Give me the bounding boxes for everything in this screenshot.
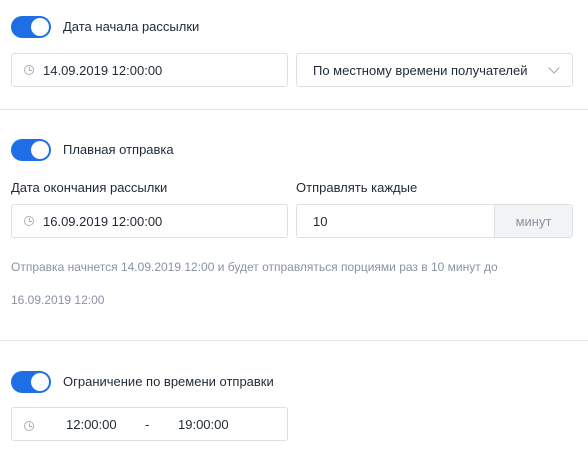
time-limit-toggle[interactable] <box>11 371 51 393</box>
section-divider <box>0 109 588 110</box>
end-datetime-value: 16.09.2019 12:00:00 <box>43 213 163 229</box>
timezone-select[interactable]: По местному времени получателей <box>296 53 573 87</box>
start-date-toggle[interactable] <box>11 16 51 38</box>
smooth-hint-line1: Отправка начнется 14.09.2019 12:00 и буд… <box>11 260 498 274</box>
start-date-label: Дата начала рассылки <box>63 19 200 34</box>
time-range-separator: - <box>145 416 150 432</box>
chevron-down-icon <box>548 62 560 74</box>
minutes-addon: минут <box>494 205 572 237</box>
send-every-label: Отправлять каждые <box>296 180 418 195</box>
toggle-knob <box>31 141 49 159</box>
send-every-value: 10 <box>313 213 328 229</box>
clock-icon <box>24 65 34 75</box>
mailing-schedule-settings: Дата начала рассылки 14.09.2019 12:00:00… <box>0 0 588 458</box>
time-range-input[interactable]: 12:00:00 - 19:00:00 <box>11 407 288 441</box>
start-datetime-input[interactable]: 14.09.2019 12:00:00 <box>11 53 288 87</box>
time-limit-label: Ограничение по времени отправки <box>63 374 274 389</box>
send-every-input[interactable]: 10 минут <box>296 204 573 238</box>
smooth-hint-line2: 16.09.2019 12:00 <box>11 293 105 307</box>
smooth-sending-label: Плавная отправка <box>63 142 174 157</box>
toggle-knob <box>31 373 49 391</box>
end-datetime-input[interactable]: 16.09.2019 12:00:00 <box>11 204 288 238</box>
clock-icon <box>24 421 34 431</box>
section-divider <box>0 340 588 341</box>
clock-icon <box>24 216 34 226</box>
time-range-from[interactable]: 12:00:00 <box>66 408 117 440</box>
end-date-label: Дата окончания рассылки <box>11 180 168 195</box>
toggle-knob <box>31 18 49 36</box>
start-datetime-value: 14.09.2019 12:00:00 <box>43 62 163 78</box>
smooth-sending-toggle[interactable] <box>11 139 51 161</box>
time-range-to[interactable]: 19:00:00 <box>178 408 229 440</box>
timezone-select-value: По местному времени получателей <box>313 62 528 78</box>
